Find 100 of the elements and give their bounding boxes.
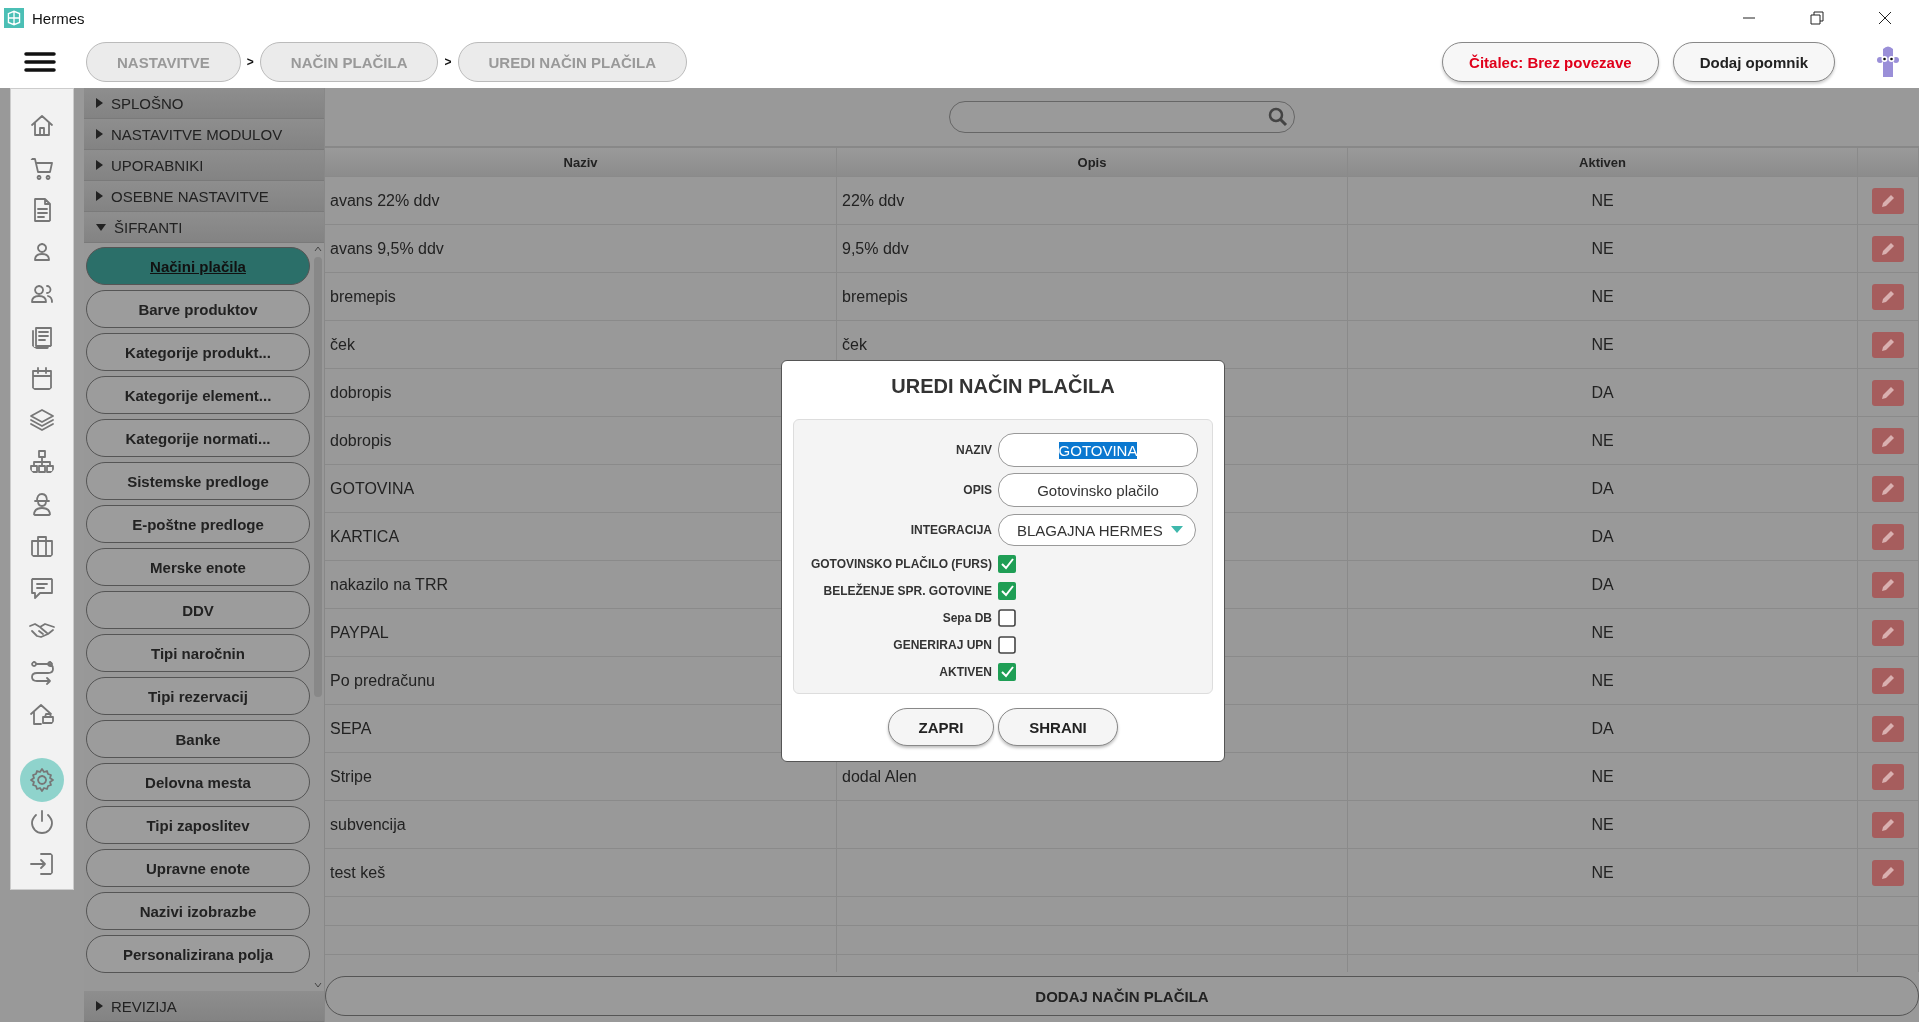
table-cell: NE: [1591, 431, 1614, 450]
sidebar-item[interactable]: Sistemske predloge: [86, 462, 310, 500]
sidebar-item[interactable]: Načini plačila: [86, 247, 310, 285]
column-header[interactable]: Opis: [837, 148, 1348, 176]
field-label: NAZIV: [955, 443, 992, 457]
accordion-header[interactable]: REVIZIJA: [84, 991, 324, 1022]
checkbox[interactable]: [998, 608, 1016, 627]
edit-button[interactable]: [1872, 667, 1904, 694]
input-field[interactable]: GOTOVINA: [998, 433, 1198, 467]
table-cell: ček: [842, 335, 867, 354]
pencil-icon: [1880, 624, 1896, 641]
accordion-header[interactable]: SPLOŠNO: [84, 88, 324, 119]
sidebar-item[interactable]: Tipi zaposlitev: [86, 806, 310, 844]
dropdown-field[interactable]: BLAGAJNA HERMES: [998, 514, 1196, 546]
pencil-icon: [1880, 432, 1896, 449]
dialog-button[interactable]: ZAPRI: [888, 708, 994, 746]
column-header[interactable]: Aktiven: [1348, 148, 1858, 176]
sidebar-item[interactable]: Merske enote: [86, 548, 310, 586]
edit-button[interactable]: [1872, 379, 1904, 406]
pencil-icon: [1880, 576, 1896, 593]
search-icon[interactable]: [1268, 107, 1288, 127]
accordion-header[interactable]: NASTAVITVE MODULOV: [84, 119, 324, 150]
table-cell: NE: [1591, 623, 1614, 642]
edit-button[interactable]: [1872, 763, 1904, 790]
edit-button[interactable]: [1872, 427, 1904, 454]
header-button[interactable]: Čitalec: Brez povezave: [1442, 42, 1659, 82]
checkbox[interactable]: [998, 662, 1016, 681]
sidebar-item[interactable]: Kategorije element...: [86, 376, 310, 414]
sidebar-item[interactable]: Tipi rezervacij: [86, 677, 310, 715]
scroll-down-icon[interactable]: [314, 982, 322, 988]
pencil-icon: [1880, 336, 1896, 353]
sidebar-item[interactable]: Tipi naročnin: [86, 634, 310, 672]
table-cell: nakazilo na TRR: [330, 575, 448, 594]
sidebar-item[interactable]: Kategorije produkt...: [86, 333, 310, 371]
table-cell: subvencija: [330, 815, 406, 834]
menu-icon[interactable]: [24, 51, 56, 73]
sidebar-item[interactable]: DDV: [86, 591, 310, 629]
table-cell: DA: [1591, 719, 1614, 738]
edit-button[interactable]: [1872, 475, 1904, 502]
breadcrumb-separator: >: [246, 55, 254, 69]
header-button[interactable]: Dodaj opomnik: [1672, 42, 1835, 82]
accordion-header[interactable]: UPORABNIKI: [84, 150, 324, 181]
column-header[interactable]: Naziv: [325, 148, 837, 176]
search-field[interactable]: [949, 101, 1295, 133]
sidebar-item[interactable]: Personalizirana polja: [86, 935, 310, 973]
edit-button[interactable]: [1872, 187, 1904, 214]
table-cell: PAYPAL: [330, 623, 389, 642]
table-cell: test keš: [330, 863, 386, 882]
table-cell: ček: [330, 335, 355, 354]
breadcrumb-separator: >: [444, 55, 452, 69]
pencil-icon: [1880, 192, 1896, 209]
dialog-button[interactable]: SHRANI: [998, 708, 1118, 746]
table-cell: dodal Alen: [842, 767, 917, 786]
edit-button[interactable]: [1872, 715, 1904, 742]
sidebar-item[interactable]: Delovna mesta: [86, 763, 310, 801]
checkbox-label: BELEŽENJE SPR. GOTOVINE: [822, 583, 992, 598]
pencil-icon: [1880, 672, 1896, 689]
table-cell: dobropis: [330, 431, 392, 450]
table-cell: NE: [1591, 815, 1614, 834]
scroll-up-icon[interactable]: [314, 246, 322, 252]
table-cell: DA: [1591, 479, 1614, 498]
table-cell: avans 9,5% ddv: [330, 239, 444, 258]
edit-button[interactable]: [1872, 331, 1904, 358]
table-cell: NE: [1591, 191, 1614, 210]
table-cell: DA: [1591, 383, 1614, 402]
sidebar-item[interactable]: Kategorije normati...: [86, 419, 310, 457]
add-button[interactable]: DODAJ NAČIN PLAČILA: [325, 976, 1919, 1016]
table-cell: DA: [1591, 527, 1614, 546]
table-cell: NE: [1591, 239, 1614, 258]
sidebar-item[interactable]: Banke: [86, 720, 310, 758]
sidebar-item[interactable]: Nazivi izobrazbe: [86, 892, 310, 930]
settings-icon[interactable]: [20, 758, 64, 802]
edit-button[interactable]: [1872, 811, 1904, 838]
table-cell: GOTOVINA: [330, 479, 415, 498]
checkbox-label: GENERIRAJ UPN: [892, 637, 992, 652]
checkbox[interactable]: [998, 635, 1016, 654]
pencil-icon: [1880, 384, 1896, 401]
pencil-icon: [1880, 720, 1896, 737]
sidebar-item[interactable]: Barve produktov: [86, 290, 310, 328]
table-cell: NE: [1591, 287, 1614, 306]
accordion-header[interactable]: OSEBNE NASTAVITVE: [84, 181, 324, 212]
edit-button[interactable]: [1872, 859, 1904, 886]
dialog-title: UREDI NAČIN PLAČILA: [891, 375, 1115, 399]
input-field[interactable]: Gotovinsko plačilo: [998, 473, 1198, 507]
edit-button[interactable]: [1872, 619, 1904, 646]
edit-button[interactable]: [1872, 283, 1904, 310]
table-cell: dobropis: [330, 383, 392, 402]
checkbox[interactable]: [998, 581, 1016, 600]
pencil-icon: [1880, 864, 1896, 881]
table-cell: SEPA: [330, 719, 372, 738]
accordion-header[interactable]: ŠIFRANTI: [84, 212, 324, 243]
pencil-icon: [1880, 816, 1896, 833]
edit-button[interactable]: [1872, 235, 1904, 262]
edit-button[interactable]: [1872, 571, 1904, 598]
pencil-icon: [1880, 768, 1896, 785]
edit-button[interactable]: [1872, 523, 1904, 550]
field-label: INTEGRACIJA: [909, 523, 992, 537]
checkbox[interactable]: [998, 554, 1016, 573]
sidebar-item[interactable]: E-poštne predloge: [86, 505, 310, 543]
sidebar-item[interactable]: Upravne enote: [86, 849, 310, 887]
